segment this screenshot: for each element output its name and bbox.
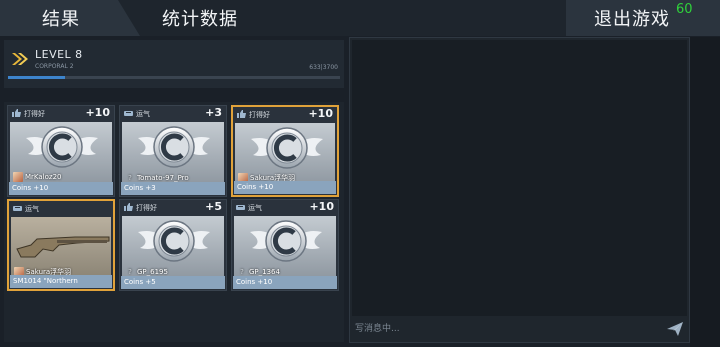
reward-card[interactable]: 打得好 +10 MrKaloz20 Coins +10	[7, 105, 115, 197]
reward-label: Coins +10	[236, 278, 273, 286]
player-name: MrKaloz20	[13, 172, 61, 182]
coin-icon	[26, 126, 98, 168]
player-name-text: GP_1364	[249, 268, 280, 276]
level-panel: LEVEL 8 CORPORAL 2 633|3700	[4, 40, 344, 88]
reward-amount: +10	[308, 107, 333, 120]
reward-card[interactable]: 运气 +3? Tomato-97_Pro Coins +3	[119, 105, 227, 197]
reward-type-label: 运气	[25, 205, 39, 213]
unknown-avatar-icon: ?	[128, 174, 132, 182]
reward-footer: Coins +5	[121, 276, 225, 289]
luck-icon	[124, 111, 133, 116]
reward-label: SM1014 "Northern	[13, 277, 78, 285]
reward-footer: Coins +10	[233, 276, 337, 289]
reward-card-header: 运气 +3	[120, 106, 226, 122]
player-name-text: Tomato-97_Pro	[137, 174, 189, 182]
tab-statistics[interactable]: 统计数据	[150, 0, 270, 36]
coin-icon	[138, 126, 210, 168]
chat-input[interactable]: 写消息中...	[352, 319, 665, 339]
shotgun-icon	[16, 236, 110, 258]
exit-game-label: 退出游戏	[594, 9, 670, 30]
reward-type-label: 打得好	[249, 111, 270, 119]
chat-panel: 写消息中...	[349, 37, 690, 343]
reward-amount: +5	[205, 200, 222, 213]
rank-name: CORPORAL 2	[35, 63, 74, 70]
player-name: ? Tomato-97_Pro	[125, 174, 189, 182]
reward-card-header: 打得好 +5	[120, 200, 226, 216]
reward-card-header: 打得好 +10	[8, 106, 114, 122]
reward-card-header: 打得好 +10	[233, 107, 337, 123]
reward-label: Coins +10	[12, 184, 49, 192]
reward-card-header: 运气	[9, 201, 113, 217]
tab-statistics-label: 统计数据	[162, 9, 238, 30]
thumbs-up-icon	[12, 109, 21, 117]
reward-type-label: 运气	[248, 204, 262, 212]
reward-amount: +3	[205, 106, 222, 119]
xp-progress-fill	[8, 76, 65, 79]
unknown-avatar-icon: ?	[128, 268, 132, 276]
top-bar: 结果 统计数据 退出游戏 60	[0, 0, 720, 36]
thumbs-up-icon	[237, 110, 246, 118]
luck-icon	[236, 205, 245, 210]
reward-image: ? Tomato-97_Pro	[122, 122, 224, 184]
reward-card[interactable]: 运气 +10? GP_1364 Coins +10	[231, 199, 339, 291]
reward-label: Coins +5	[124, 278, 156, 286]
reward-image: MrKaloz20	[10, 122, 112, 184]
thumbs-up-icon	[124, 203, 133, 211]
rank-chevron-icon	[12, 53, 28, 65]
xp-progress-bar	[8, 76, 340, 79]
reward-card[interactable]: 运气 Sakura浮华羽 SM1014 "Northern	[7, 199, 115, 291]
coin-icon	[138, 220, 210, 262]
reward-footer: SM1014 "Northern	[10, 275, 112, 288]
coin-icon	[251, 127, 323, 169]
reward-footer: Coins +10	[234, 181, 336, 194]
chat-log	[352, 40, 687, 316]
reward-image: ? GP_1364	[234, 216, 336, 278]
player-name-text: MrKaloz20	[25, 173, 62, 181]
player-name-text: GP_6195	[137, 268, 168, 276]
tab-results-label: 结果	[42, 9, 80, 30]
reward-card[interactable]: 打得好 +10 Sakura浮华羽 Coins +10	[231, 105, 339, 197]
reward-footer: Coins +3	[121, 182, 225, 195]
right-edge	[690, 37, 720, 347]
reward-amount: +10	[85, 106, 110, 119]
unknown-avatar-icon: ?	[240, 268, 244, 276]
reward-type-label: 打得好	[136, 204, 157, 212]
level-title: LEVEL 8	[35, 48, 83, 61]
avatar-icon	[13, 172, 23, 182]
exit-game-button[interactable]: 退出游戏 60	[566, 0, 720, 36]
reward-image: ? GP_6195	[122, 216, 224, 278]
reward-card[interactable]: 打得好 +5? GP_6195 Coins +5	[119, 199, 227, 291]
rewards-grid: 打得好 +10 MrKaloz20 Coins +10 运气 +3? Tomato-97_P…	[4, 102, 344, 342]
reward-footer: Coins +10	[9, 182, 113, 195]
reward-amount: +10	[309, 200, 334, 213]
tab-results[interactable]: 结果	[0, 0, 140, 36]
luck-icon	[13, 206, 22, 211]
reward-type-label: 运气	[136, 110, 150, 118]
player-name: ? GP_1364	[237, 268, 280, 276]
player-name: ? GP_6195	[125, 268, 168, 276]
reward-image: Sakura浮华羽	[235, 123, 335, 185]
reward-label: Coins +3	[124, 184, 156, 192]
xp-counter: 633|3700	[309, 64, 338, 71]
reward-image: Sakura浮华羽	[11, 217, 111, 279]
reward-card-header: 运气 +10	[232, 200, 338, 216]
reward-type-label: 打得好	[24, 110, 45, 118]
reward-label: Coins +10	[237, 183, 274, 191]
send-icon[interactable]	[666, 321, 684, 337]
coin-icon	[250, 220, 322, 262]
countdown-timer: 60	[676, 2, 693, 17]
